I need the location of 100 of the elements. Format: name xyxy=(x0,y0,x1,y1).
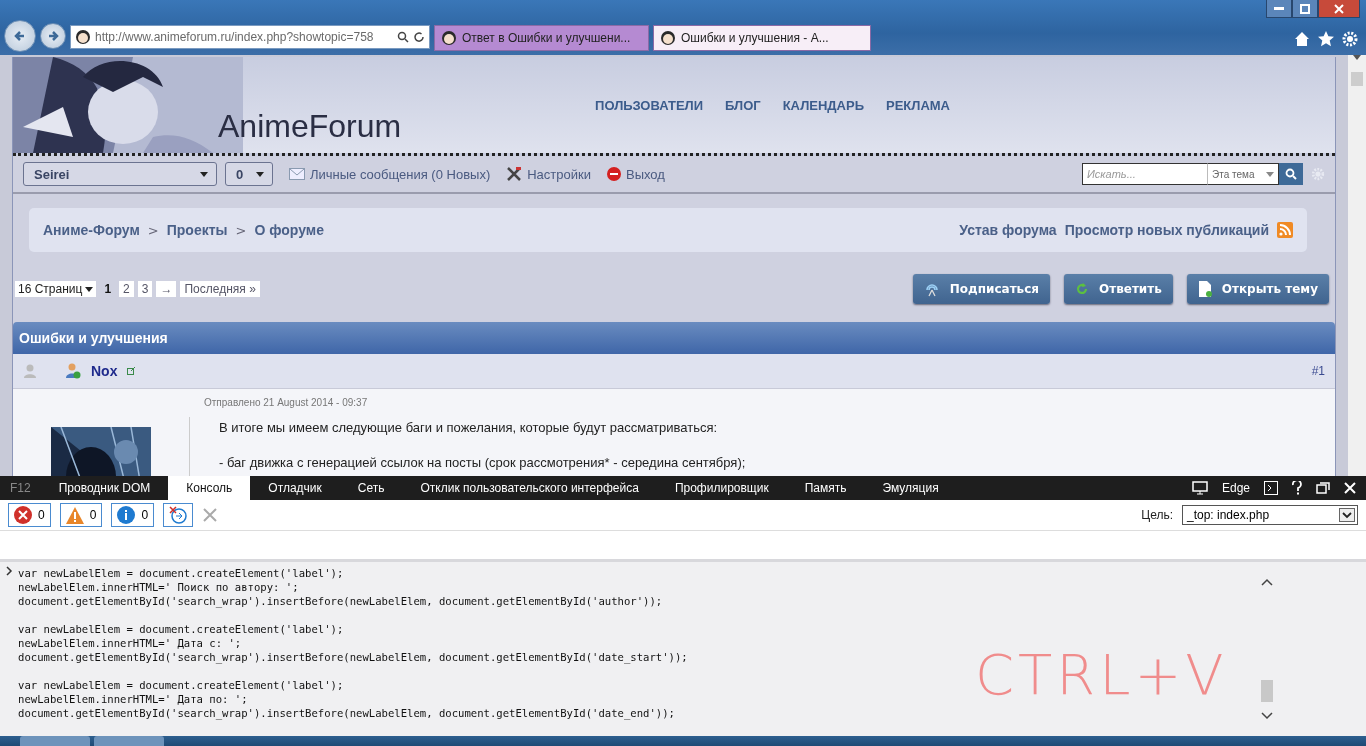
stop-icon xyxy=(607,167,621,181)
star-icon[interactable] xyxy=(1318,31,1334,47)
code-line: newLabelElem.innerHTML=' Поиск по автору: '; xyxy=(18,580,300,594)
post-date: Отправлено 21 August 2014 - 09:37 xyxy=(204,397,369,408)
document-add-icon xyxy=(1197,281,1212,297)
restore-button[interactable] xyxy=(1292,0,1318,18)
document-mode[interactable]: Edge xyxy=(1221,481,1250,495)
nav-link[interactable]: ПОЛЬЗОВАТЕЛИ xyxy=(595,97,704,113)
forward-button[interactable] xyxy=(40,23,66,49)
action-button[interactable]: Ответить xyxy=(1064,274,1173,304)
devtools-tab[interactable]: Отладчик xyxy=(250,476,340,500)
user-link[interactable]: Выход xyxy=(607,166,665,182)
message-counter[interactable]: 0 xyxy=(111,503,155,527)
devtools-tab[interactable]: Проводник DOM xyxy=(40,476,169,500)
console-scrollbar[interactable] xyxy=(1260,578,1274,720)
user-link[interactable]: Личные сообщения (0 Новых) xyxy=(289,166,491,182)
close-icon xyxy=(1334,3,1344,14)
breadcrumb-link[interactable]: Проекты xyxy=(166,222,228,238)
browser-tab[interactable]: Ответ в Ошибки и улучшени... xyxy=(434,25,649,51)
envelope-icon xyxy=(289,168,305,180)
code-line: document.getElementById('search_wrap').insertBefore(newLabelElem, document.getElementById('date_end')); xyxy=(18,706,676,720)
scrollbar-thumb[interactable] xyxy=(1261,680,1273,702)
devtools-tab[interactable]: Профилировщик xyxy=(656,476,787,500)
caret-icon xyxy=(85,286,94,292)
breadcrumb-link[interactable]: Аниме-Форум xyxy=(43,222,140,238)
code-line: var newLabelElem = document.createElement('label'); xyxy=(18,678,345,692)
nav-link[interactable]: КАЛЕНДАРЬ xyxy=(782,97,864,113)
search-icon xyxy=(397,31,409,43)
devtools-tab[interactable]: Сеть xyxy=(339,476,403,500)
search-field[interactable]: Искать... xyxy=(1082,163,1207,185)
next-page-link[interactable]: → xyxy=(156,281,177,297)
caret-icon xyxy=(256,171,264,177)
notifications-menu[interactable]: 0 xyxy=(225,162,273,186)
page-link[interactable]: 1 xyxy=(100,281,116,297)
code-line: var newLabelElem = document.createElement('label'); xyxy=(18,566,345,580)
scroll-up-icon[interactable] xyxy=(1261,578,1273,586)
refresh-icon xyxy=(1075,282,1089,296)
dropdown-icon xyxy=(1339,508,1355,522)
last-page-link[interactable]: Последняя » xyxy=(180,281,260,297)
close-icon[interactable] xyxy=(1344,482,1356,494)
scrollbar-thumb[interactable] xyxy=(1351,72,1363,86)
help-icon[interactable] xyxy=(1292,481,1302,495)
forum-logo: AnimeForum xyxy=(218,108,402,145)
post-text: В итоге мы имеем следующие баги и пожелания, которые будут рассматриваться: xyxy=(219,420,719,435)
caret-icon xyxy=(1266,171,1274,177)
minimize-button[interactable] xyxy=(1266,0,1292,18)
breadcrumb-separator: > xyxy=(147,222,159,238)
restore-icon xyxy=(1300,3,1310,14)
avatar-icon xyxy=(75,29,91,45)
search-scope-select[interactable]: Эта тема xyxy=(1207,163,1279,185)
scroll-down-icon[interactable] xyxy=(1261,712,1273,720)
post-text: - баг движка с генерацией ссылок на посты (срок рассмотрения* - середина сентября); xyxy=(219,455,746,470)
close-button[interactable] xyxy=(1318,0,1360,18)
target-label: Цель: xyxy=(1141,508,1173,522)
code-line: document.getElementById('search_wrap').insertBefore(newLabelElem, document.getElementById('date_start')); xyxy=(18,650,688,664)
nav-link[interactable]: РЕКЛАМА xyxy=(886,97,950,113)
topic-title: Ошибки и улучшения xyxy=(13,322,1335,354)
home-icon[interactable] xyxy=(1294,31,1310,47)
back-button[interactable] xyxy=(4,20,36,52)
arrow-icon xyxy=(46,29,60,43)
signal-icon xyxy=(923,281,940,297)
forum-link[interactable]: Просмотр новых публикаций xyxy=(1064,222,1269,238)
devtools-key: F12 xyxy=(0,481,41,495)
arrow-icon xyxy=(13,29,27,43)
devtools-tab[interactable]: Память xyxy=(786,476,865,500)
external-link-icon[interactable] xyxy=(127,367,136,375)
clear-on-navigate-button[interactable] xyxy=(163,503,194,527)
nav-link[interactable]: БЛОГ xyxy=(725,97,761,113)
undock-icon[interactable] xyxy=(1316,482,1330,494)
code-line: newLabelElem.innerHTML=' Дата с: '; xyxy=(18,636,243,650)
monitor-icon[interactable] xyxy=(1191,481,1208,495)
forum-link[interactable]: Устав форума xyxy=(959,222,1057,238)
target-select[interactable]: _top: index.php xyxy=(1182,505,1358,525)
warning-icon xyxy=(65,506,84,524)
search-button[interactable] xyxy=(1279,163,1303,185)
post-number[interactable]: #1 xyxy=(1311,364,1325,378)
message-counter[interactable]: 0 xyxy=(59,503,103,527)
refresh-icon xyxy=(413,31,425,43)
author-name[interactable]: Nox xyxy=(91,363,118,379)
avatar-icon xyxy=(660,30,676,46)
browser-tab[interactable]: Ошибки и улучшения - A... xyxy=(653,25,871,51)
settings-icon[interactable] xyxy=(1342,31,1358,47)
address-bar[interactable]: http://www.animeforum.ru/index.php?showtopic=758 xyxy=(70,25,430,49)
devtools-tab[interactable]: Отклик пользовательского интерфейса xyxy=(402,476,657,500)
breadcrumb-link[interactable]: О форуме xyxy=(254,222,324,238)
devtools-tab[interactable]: Эмуляция xyxy=(864,476,957,500)
message-counter[interactable]: 0 xyxy=(8,503,51,527)
devtools-tab[interactable]: Консоль xyxy=(168,476,251,500)
user-link[interactable]: Настройки xyxy=(506,166,591,182)
page-link[interactable]: 2 xyxy=(119,281,134,297)
breadcrumb-separator: > xyxy=(235,222,247,238)
action-button[interactable]: Открыть тему xyxy=(1186,274,1329,304)
pages-select[interactable]: 16 Страниц xyxy=(15,281,97,297)
console-icon[interactable] xyxy=(1264,481,1278,495)
avatar-icon xyxy=(441,30,457,46)
page-link[interactable]: 3 xyxy=(137,281,153,297)
user-add-icon xyxy=(65,363,81,379)
action-button[interactable]: Подписаться xyxy=(912,274,1050,304)
user-menu[interactable]: Seirei xyxy=(23,162,217,186)
caret-icon xyxy=(200,171,208,177)
